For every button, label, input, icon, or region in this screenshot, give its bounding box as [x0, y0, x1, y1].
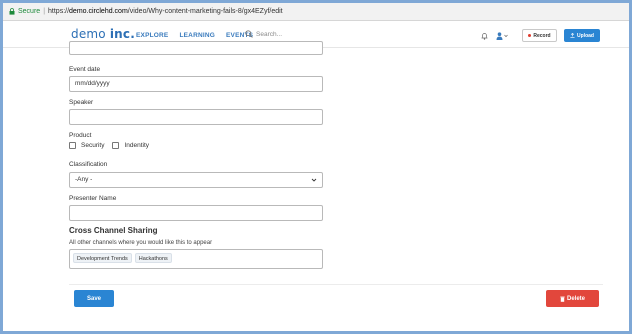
- presenter-name-input[interactable]: [69, 205, 323, 221]
- speaker-label: Speaker: [69, 99, 94, 106]
- classification-select[interactable]: -Any -: [69, 172, 323, 188]
- upload-button[interactable]: Upload: [564, 29, 600, 42]
- logo-main: demo: [71, 27, 106, 41]
- bell-icon[interactable]: [481, 32, 488, 40]
- search-box[interactable]: Search...: [245, 30, 282, 38]
- record-button[interactable]: Record: [522, 29, 557, 42]
- event-date-label: Event date: [69, 66, 101, 73]
- cross-channel-description: All other channels where you would like …: [69, 240, 213, 246]
- delete-button[interactable]: Delete: [546, 290, 599, 307]
- delete-label: Delete: [566, 295, 585, 302]
- url-text[interactable]: https://demo.circlehd.com/video/Why-cont…: [48, 8, 283, 15]
- search-placeholder: Search...: [256, 30, 283, 38]
- security-checkbox[interactable]: [69, 142, 76, 149]
- url-host: demo.circlehd.com: [69, 8, 128, 15]
- speaker-input[interactable]: [69, 109, 323, 125]
- product-label: Product: [69, 132, 92, 139]
- lock-icon: [9, 8, 15, 15]
- channels-tag-input[interactable]: Development Trends Hackathons: [69, 249, 323, 269]
- indentity-checkbox-label: Indentity: [124, 142, 150, 149]
- main-nav: EXPLORE LEARNING EVENTS: [136, 32, 253, 39]
- logo-suffix: inc.: [109, 27, 135, 41]
- nav-explore[interactable]: EXPLORE: [136, 32, 168, 39]
- edit-form: Event date mm/dd/yyyy Speaker Product Se…: [3, 41, 629, 331]
- presenter-name-label: Presenter Name: [69, 195, 117, 202]
- address-bar[interactable]: Secure | https://demo.circlehd.com/video…: [3, 3, 629, 21]
- indentity-checkbox[interactable]: [112, 142, 120, 149]
- browser-window: Secure | https://demo.circlehd.com/video…: [3, 3, 629, 331]
- upload-icon: [570, 33, 575, 38]
- record-dot-icon: [528, 34, 532, 37]
- form-divider: [69, 284, 603, 285]
- url-path: /video/Why-content-marketing-fails-8/gx4…: [127, 8, 283, 15]
- classification-selected: -Any -: [75, 176, 93, 183]
- trash-icon: [560, 296, 565, 302]
- event-date-input[interactable]: mm/dd/yyyy: [69, 76, 323, 92]
- logo[interactable]: demo inc.: [71, 27, 135, 41]
- tag-development-trends[interactable]: Development Trends: [73, 253, 132, 263]
- nav-learning[interactable]: LEARNING: [179, 32, 215, 39]
- secure-label: Secure: [18, 8, 41, 15]
- product-options: Security Indentity: [69, 142, 157, 149]
- save-button[interactable]: Save: [74, 290, 114, 307]
- classification-label: Classification: [69, 161, 108, 168]
- record-label: Record: [533, 32, 551, 39]
- user-icon[interactable]: [496, 32, 508, 40]
- upload-label: Upload: [577, 32, 594, 39]
- previous-field[interactable]: [69, 41, 323, 55]
- chevron-down-icon: [311, 178, 317, 182]
- url-separator: |: [43, 8, 46, 15]
- search-icon: [245, 30, 253, 38]
- tag-hackathons[interactable]: Hackathons: [134, 253, 172, 263]
- security-checkbox-label: Security: [81, 142, 105, 149]
- cross-channel-heading: Cross Channel Sharing: [69, 226, 158, 235]
- url-scheme: https://: [48, 8, 70, 15]
